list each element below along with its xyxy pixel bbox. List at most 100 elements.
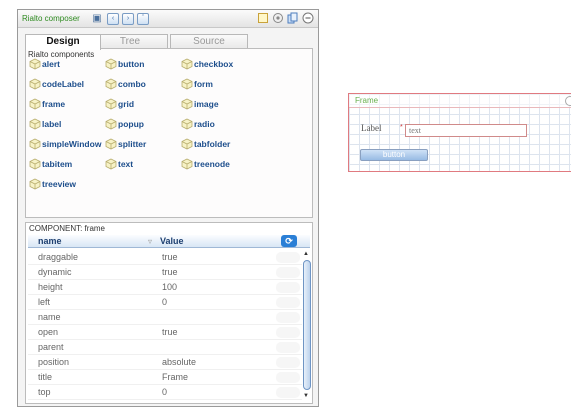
component-label: simpleWindow xyxy=(42,139,102,149)
property-row[interactable]: height 100 xyxy=(28,280,302,295)
property-value[interactable]: true xyxy=(162,250,178,264)
cube-icon xyxy=(29,178,41,190)
properties-header: COMPONENT: frame xyxy=(29,224,106,233)
grid-up-icon[interactable]: ˆ xyxy=(137,13,149,25)
tab-source-label: Source xyxy=(193,36,225,47)
component-tabfolder[interactable]: tabfolder xyxy=(181,137,230,151)
tab-tree-label: Tree xyxy=(119,36,141,47)
column-header-value[interactable]: Value xyxy=(160,236,184,246)
property-value[interactable]: 0 xyxy=(162,295,167,309)
cube-icon xyxy=(105,78,117,90)
property-row[interactable]: open true xyxy=(28,325,302,340)
property-edit-cell[interactable] xyxy=(276,357,300,368)
component-label: button xyxy=(118,59,145,69)
component-label[interactable]: label xyxy=(29,117,61,131)
column-header-name[interactable]: name xyxy=(38,236,62,246)
property-name: parent xyxy=(38,342,64,352)
property-name: top xyxy=(38,387,51,397)
sort-icon[interactable]: ▿ xyxy=(148,237,152,246)
preview-label[interactable]: Label xyxy=(361,123,382,133)
preview-frame-titlebar[interactable]: Frame xyxy=(349,94,571,108)
scrollbar-thumb[interactable] xyxy=(303,260,311,390)
component-label: image xyxy=(194,99,219,109)
property-edit-cell[interactable] xyxy=(276,372,300,383)
property-row[interactable]: top 0 xyxy=(28,385,302,400)
property-edit-cell[interactable] xyxy=(276,342,300,353)
tab-tree[interactable]: Tree xyxy=(92,34,168,49)
property-value[interactable]: true xyxy=(162,265,178,279)
property-row[interactable]: dynamic true xyxy=(28,265,302,280)
component-simplewindow[interactable]: simpleWindow xyxy=(29,137,101,151)
property-edit-cell[interactable] xyxy=(276,282,300,293)
component-treeview[interactable]: treeview xyxy=(29,177,76,191)
cube-icon xyxy=(29,58,41,70)
property-edit-cell[interactable] xyxy=(276,267,300,278)
property-edit-cell[interactable] xyxy=(276,387,300,398)
cube-icon xyxy=(29,98,41,110)
grid-left-icon[interactable]: ‹ xyxy=(107,13,119,25)
component-combo[interactable]: combo xyxy=(105,77,146,91)
cube-icon xyxy=(29,158,41,170)
minimize-icon[interactable] xyxy=(301,12,315,26)
tab-design[interactable]: Design xyxy=(25,34,101,50)
refresh-icon[interactable]: ⟳ xyxy=(281,235,297,247)
preview-button[interactable]: button xyxy=(360,149,428,161)
component-image[interactable]: image xyxy=(181,97,219,111)
properties-scrollbar[interactable]: ▲ ▼ xyxy=(302,250,312,402)
new-document-icon[interactable] xyxy=(256,12,270,26)
tab-source[interactable]: Source xyxy=(170,34,248,49)
component-codelabel[interactable]: codeLabel xyxy=(29,77,84,91)
property-row[interactable]: name xyxy=(28,310,302,325)
component-label: grid xyxy=(118,99,135,109)
component-label: combo xyxy=(118,79,146,89)
component-form[interactable]: form xyxy=(181,77,213,91)
property-row[interactable]: draggable true xyxy=(28,250,302,265)
preview-text-input[interactable]: text xyxy=(405,124,527,137)
component-button[interactable]: button xyxy=(105,57,144,71)
composer-title: Rialto composer xyxy=(22,14,80,23)
component-grid[interactable]: grid xyxy=(105,97,134,111)
property-row[interactable]: position absolute xyxy=(28,355,302,370)
property-row[interactable]: parent xyxy=(28,340,302,355)
settings-icon[interactable] xyxy=(271,12,285,26)
close-icon[interactable] xyxy=(565,96,571,106)
component-tabitem[interactable]: tabitem xyxy=(29,157,72,171)
property-row[interactable]: title Frame xyxy=(28,370,302,385)
component-popup[interactable]: popup xyxy=(105,117,144,131)
component-checkbox[interactable]: checkbox xyxy=(181,57,233,71)
property-edit-cell[interactable] xyxy=(276,297,300,308)
property-value[interactable]: absolute xyxy=(162,355,196,369)
property-value[interactable]: Frame xyxy=(162,370,188,384)
property-row[interactable]: left 0 xyxy=(28,295,302,310)
property-name: open xyxy=(38,327,59,337)
component-text[interactable]: text xyxy=(105,157,133,171)
component-alert[interactable]: alert xyxy=(29,57,60,71)
preview-frame[interactable]: Frame Label * text button xyxy=(348,93,571,172)
component-label: popup xyxy=(118,119,144,129)
property-value[interactable]: 100 xyxy=(162,280,177,294)
property-name: dynamic xyxy=(38,267,72,277)
component-frame[interactable]: frame xyxy=(29,97,65,111)
cube-icon xyxy=(181,118,193,130)
cube-icon xyxy=(29,118,41,130)
grid-right-icon[interactable]: › xyxy=(122,13,134,25)
properties-panel: COMPONENT: frame name ▿ Value ⟳ draggabl… xyxy=(25,222,313,404)
scroll-down-icon[interactable]: ▼ xyxy=(303,393,309,399)
property-edit-cell[interactable] xyxy=(276,312,300,323)
component-label: alert xyxy=(42,59,60,69)
copy-icon[interactable] xyxy=(286,12,300,26)
cube-icon xyxy=(181,58,193,70)
scroll-up-icon[interactable]: ▲ xyxy=(303,251,309,257)
property-value[interactable]: 0 xyxy=(162,385,167,399)
property-name: left xyxy=(38,297,51,307)
component-label: tabfolder xyxy=(194,139,231,149)
cube-icon xyxy=(29,78,41,90)
component-radio[interactable]: radio xyxy=(181,117,215,131)
zoom-icon[interactable]: ▣ xyxy=(91,13,103,25)
property-edit-cell[interactable] xyxy=(276,327,300,338)
property-edit-cell[interactable] xyxy=(276,252,300,263)
property-value[interactable]: true xyxy=(162,325,178,339)
component-treenode[interactable]: treenode xyxy=(181,157,230,171)
properties-table-header: name ▿ Value ⟳ xyxy=(28,235,310,248)
component-splitter[interactable]: splitter xyxy=(105,137,146,151)
